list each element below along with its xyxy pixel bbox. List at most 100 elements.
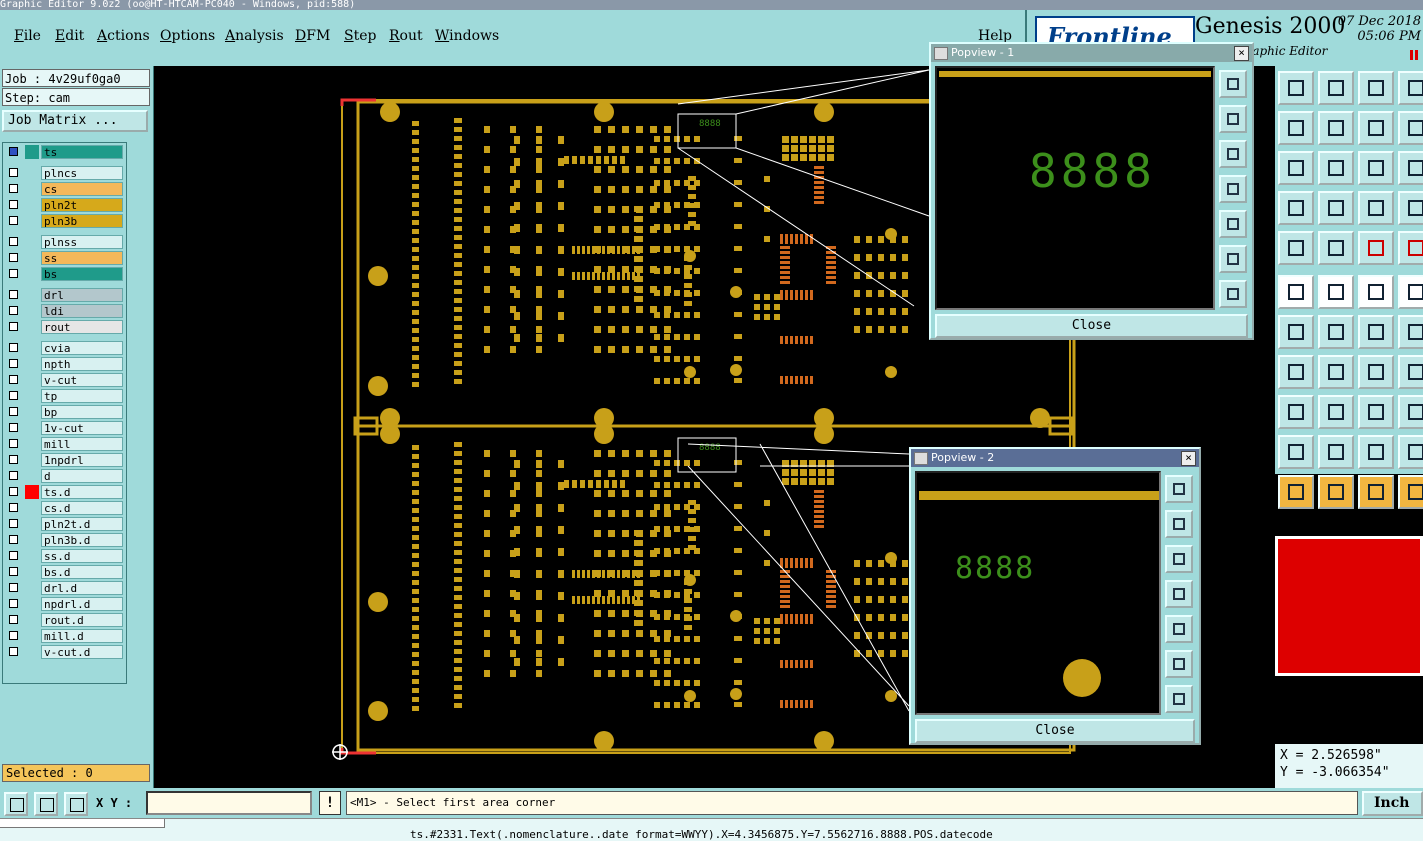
- layer-checkbox[interactable]: [9, 455, 18, 464]
- bracket-icon[interactable]: [1398, 315, 1423, 349]
- pan-right-icon[interactable]: [1165, 615, 1193, 643]
- layer-name[interactable]: npth: [41, 357, 123, 371]
- layer-name[interactable]: mill.d: [41, 629, 123, 643]
- pointer-box-icon[interactable]: [1318, 435, 1354, 469]
- layer-checkbox[interactable]: [9, 343, 18, 352]
- popview-1-view[interactable]: 8888: [935, 66, 1215, 310]
- layer-row-tp[interactable]: tp: [5, 389, 124, 403]
- layer-color-swatch[interactable]: [25, 251, 39, 265]
- layer-checkbox[interactable]: [9, 269, 18, 278]
- popview-1-close-button[interactable]: Close: [935, 314, 1248, 338]
- layer-checkbox[interactable]: [9, 216, 18, 225]
- layer-checkbox[interactable]: [9, 391, 18, 400]
- layer-name[interactable]: drl: [41, 288, 123, 302]
- layer-color-swatch[interactable]: [25, 320, 39, 334]
- layer-row-cs-d[interactable]: cs.d: [5, 501, 124, 515]
- layer-row-pln3b-d[interactable]: pln3b.d: [5, 533, 124, 547]
- pan-down-icon[interactable]: [1219, 140, 1247, 168]
- connect-icon[interactable]: [1358, 275, 1394, 309]
- layer-name[interactable]: d: [41, 469, 123, 483]
- layer-name[interactable]: v-cut: [41, 373, 123, 387]
- cut-line-icon[interactable]: [1318, 355, 1354, 389]
- connect-icon[interactable]: [1398, 275, 1423, 309]
- menu-options[interactable]: Options: [160, 28, 215, 44]
- select-icon[interactable]: [1278, 231, 1314, 265]
- popview-2-titlebar[interactable]: Popview - 2: [911, 449, 1199, 467]
- layer-color-swatch[interactable]: [25, 453, 39, 467]
- layer-row-1npdrl[interactable]: 1npdrl: [5, 453, 124, 467]
- layer-color-swatch[interactable]: [25, 613, 39, 627]
- zoom-in-icon[interactable]: [1219, 245, 1247, 273]
- layer-name[interactable]: bs: [41, 267, 123, 281]
- pointer-circle-icon[interactable]: [1358, 475, 1394, 509]
- node-icon[interactable]: [1278, 275, 1314, 309]
- layer-checkbox[interactable]: [9, 535, 18, 544]
- layer-row-bs-d[interactable]: bs.d: [5, 565, 124, 579]
- layer-checkbox[interactable]: [9, 407, 18, 416]
- pan-down-icon[interactable]: [1165, 545, 1193, 573]
- job-matrix-button[interactable]: Job Matrix ...: [2, 110, 148, 132]
- layers-icon[interactable]: [1398, 191, 1423, 225]
- layer-row-ldi[interactable]: ldi: [5, 304, 124, 318]
- arc-icon[interactable]: [1358, 315, 1394, 349]
- arrow-b-icon[interactable]: [1358, 395, 1394, 429]
- layer-row-drl-d[interactable]: drl.d: [5, 581, 124, 595]
- layer-row-v-cut-d[interactable]: v-cut.d: [5, 645, 124, 659]
- layer-color-swatch[interactable]: [25, 267, 39, 281]
- center-icon[interactable]: [1318, 151, 1354, 185]
- layer-checkbox[interactable]: [9, 168, 18, 177]
- question-icon[interactable]: [1398, 71, 1423, 105]
- layer-checkbox[interactable]: [9, 519, 18, 528]
- pan-up-icon[interactable]: [1219, 105, 1247, 133]
- ruler-icon[interactable]: [1358, 231, 1394, 265]
- layer-color-swatch[interactable]: [25, 357, 39, 371]
- pointer-step-icon[interactable]: [1398, 435, 1423, 469]
- measure-icon[interactable]: [1318, 231, 1354, 265]
- layers-icon[interactable]: [1358, 191, 1394, 225]
- fit-icon[interactable]: [1278, 151, 1314, 185]
- layer-name[interactable]: tp: [41, 389, 123, 403]
- alert-icon[interactable]: !: [319, 791, 341, 815]
- layer-row-1v-cut[interactable]: 1v-cut: [5, 421, 124, 435]
- menu-file[interactable]: File: [14, 28, 41, 44]
- layer-color-swatch[interactable]: [25, 373, 39, 387]
- menu-windows[interactable]: Windows: [435, 28, 499, 44]
- pan-up-icon[interactable]: [1165, 510, 1193, 538]
- layer-name[interactable]: drl.d: [41, 581, 123, 595]
- layer-name[interactable]: v-cut.d: [41, 645, 123, 659]
- layer-color-swatch[interactable]: [25, 581, 39, 595]
- layer-checkbox[interactable]: [9, 615, 18, 624]
- layer-color-swatch[interactable]: [25, 533, 39, 547]
- layer-color-swatch[interactable]: [25, 288, 39, 302]
- ratio-icon[interactable]: [1358, 151, 1394, 185]
- layer-row-npth[interactable]: npth: [5, 357, 124, 371]
- pan-left-icon[interactable]: [1165, 580, 1193, 608]
- pause-icon[interactable]: [1409, 50, 1419, 60]
- layer-row-v-cut[interactable]: v-cut: [5, 373, 124, 387]
- layer-color-swatch[interactable]: [25, 597, 39, 611]
- layer-name[interactable]: plnss: [41, 235, 123, 249]
- layer-name[interactable]: npdrl.d: [41, 597, 123, 611]
- layer-checkbox[interactable]: [9, 567, 18, 576]
- layer-row-pln3b[interactable]: pln3b: [5, 214, 124, 228]
- layer-checkbox[interactable]: [9, 306, 18, 315]
- layer-name[interactable]: 1npdrl: [41, 453, 123, 467]
- arrow-right-icon[interactable]: [1318, 111, 1354, 145]
- layer-name[interactable]: bs.d: [41, 565, 123, 579]
- layer-name[interactable]: ts: [41, 145, 123, 159]
- layer-color-swatch[interactable]: [25, 405, 39, 419]
- layer-checkbox[interactable]: [9, 184, 18, 193]
- layer-checkbox[interactable]: [9, 503, 18, 512]
- layer-row-ts-d[interactable]: ts.d: [5, 485, 124, 499]
- menu-analysis[interactable]: Analysis: [225, 28, 284, 44]
- help-icon[interactable]: [1398, 111, 1423, 145]
- undo-icon[interactable]: [1358, 111, 1394, 145]
- measure-icon[interactable]: [34, 792, 58, 816]
- layer-color-swatch[interactable]: [25, 517, 39, 531]
- zoom-fit-icon[interactable]: [1219, 70, 1247, 98]
- zoom-out-icon[interactable]: [1219, 280, 1247, 308]
- layer-color-swatch[interactable]: [25, 501, 39, 515]
- zoom-out-icon[interactable]: [1165, 685, 1193, 713]
- layer-row-bp[interactable]: bp: [5, 405, 124, 419]
- layer-name[interactable]: bp: [41, 405, 123, 419]
